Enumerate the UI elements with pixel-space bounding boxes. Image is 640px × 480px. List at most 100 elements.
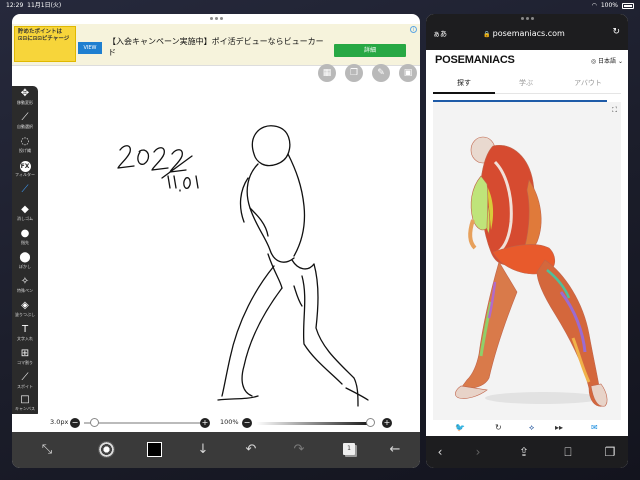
- figure-head: [251, 125, 291, 167]
- globe-icon: ◎: [590, 58, 597, 65]
- canvas-icon: □: [20, 394, 30, 405]
- brush-preview-icon[interactable]: [98, 441, 115, 458]
- size-increase-button[interactable]: +: [200, 418, 210, 428]
- transform-icon[interactable]: ⤡: [36, 440, 58, 460]
- reader-aa-button[interactable]: ぁあ: [433, 29, 447, 39]
- eraser-icon: ◆: [21, 204, 29, 215]
- handwriting-1101: [167, 175, 199, 192]
- window-drag-handle[interactable]: [517, 17, 537, 20]
- reload-icon[interactable]: ↻: [612, 27, 620, 37]
- safari-bottom-bar: ‹ › ⇪ ⎕ ❐: [426, 436, 628, 468]
- anatomy-model: [455, 136, 608, 407]
- battery-icon: [622, 3, 634, 9]
- refresh-pose-icon[interactable]: ↻: [495, 423, 502, 432]
- move-icon: ✥: [20, 88, 30, 99]
- ad-banner[interactable]: 貯めたポイントは ⊡⊡に⊡⊡ピチャージ VIEW 【入会キャンペーン実施中】ポイ…: [12, 24, 420, 66]
- tab-search[interactable]: 探す: [433, 74, 495, 94]
- handwriting-2022: [117, 145, 193, 179]
- layer-copy-icon[interactable]: ❐: [345, 64, 363, 82]
- redo-icon[interactable]: ↷: [288, 440, 310, 460]
- back-icon[interactable]: ‹: [430, 443, 450, 461]
- wifi-icon: ◠: [591, 2, 597, 9]
- blur-drop-icon: ⬤: [19, 252, 31, 263]
- twitter-icon[interactable]: 🐦: [455, 423, 465, 432]
- brush-size-slider[interactable]: [84, 422, 202, 424]
- ad-image[interactable]: 貯めたポイントは ⊡⊡に⊡⊡ピチャージ: [14, 26, 76, 62]
- top-tool-group: ▦ ❐ ✎ ▣: [318, 64, 417, 82]
- pen-icon: ⟋: [21, 184, 29, 195]
- opacity-knob[interactable]: [366, 418, 375, 427]
- figure-leg-back: [221, 265, 283, 397]
- opacity-decrease-button[interactable]: −: [242, 418, 252, 428]
- undo-icon[interactable]: ↶: [240, 440, 262, 460]
- figure-leg-front: [301, 263, 359, 407]
- color-swatch[interactable]: [147, 442, 162, 457]
- brush-size-knob[interactable]: [90, 418, 99, 427]
- pen-settings-icon[interactable]: ✎: [372, 64, 390, 82]
- tool-eyedropper[interactable]: ⟋ スポイト: [12, 372, 38, 396]
- special-pen-icon: ✧: [20, 276, 30, 287]
- panel-icon: ⊞: [20, 348, 30, 359]
- window-drag-handle[interactable]: [206, 17, 226, 20]
- ad-text[interactable]: 【入会キャンペーン実施中】ポイ活デビューならビューカード: [108, 36, 328, 58]
- finger-smudge-icon: ●: [20, 228, 30, 239]
- tool-eraser[interactable]: ◆ 消しゴム: [12, 204, 38, 228]
- magic-wand-icon: ⟋: [21, 112, 29, 123]
- url-bar[interactable]: 🔒 posemaniacs.com: [450, 26, 598, 42]
- text-icon: T: [21, 324, 29, 335]
- ad-detail-button[interactable]: 詳細: [334, 44, 406, 57]
- tool-auto-select[interactable]: ⟋ 自動選択: [12, 112, 38, 136]
- line-icon[interactable]: ✉: [591, 423, 598, 432]
- forward-icon[interactable]: ›: [468, 443, 488, 461]
- layers-button[interactable]: 1: [343, 443, 355, 455]
- share-row: 🐦 ↻ ⟡ ▸▸ ✉: [433, 420, 621, 436]
- tool-lasso[interactable]: ◌ 投げ縄: [12, 136, 38, 160]
- tool-text[interactable]: T 文字入れ: [12, 324, 38, 348]
- tool-finger[interactable]: ● 指先: [12, 228, 38, 252]
- share-icon[interactable]: ⟡: [529, 423, 534, 433]
- tool-blur[interactable]: ⬤ ぼかし: [12, 252, 38, 276]
- opacity-slider[interactable]: [256, 421, 374, 425]
- tab-learn[interactable]: 学ぶ: [495, 74, 557, 94]
- drawing-canvas[interactable]: [12, 66, 420, 424]
- status-time: 12:29 11月1日(火): [6, 2, 62, 9]
- status-bar: 12:29 11月1日(火) ◠ 100%: [0, 0, 640, 12]
- pose-viewer[interactable]: ⛶: [433, 102, 621, 420]
- download-icon[interactable]: ↓: [192, 440, 214, 460]
- opacity-label: 100%: [220, 418, 239, 426]
- lock-icon: 🔒: [483, 31, 491, 38]
- gallery-icon[interactable]: ▣: [399, 64, 417, 82]
- brush-slider-row: 3.0px − + 100% − +: [12, 414, 420, 432]
- status-right: ◠ 100%: [592, 0, 634, 12]
- site-logo[interactable]: POSEMANIACS: [435, 54, 515, 66]
- share-sheet-icon[interactable]: ⇪: [514, 443, 534, 461]
- eyedropper-icon: ⟋: [21, 372, 29, 383]
- drawing-app-window: 貯めたポイントは ⊡⊡に⊡⊡ピチャージ VIEW 【入会キャンペーン実施中】ポイ…: [12, 14, 420, 468]
- tool-move[interactable]: ✥ 移動変形: [12, 88, 38, 112]
- size-decrease-button[interactable]: −: [70, 418, 80, 428]
- opacity-increase-button[interactable]: +: [382, 418, 392, 428]
- tabs-icon[interactable]: ❐: [600, 443, 620, 461]
- tool-filter[interactable]: FX フィルター: [12, 160, 38, 184]
- site-header: POSEMANIACS ◎ 日本語 ⌄: [426, 50, 628, 72]
- back-arrow-icon[interactable]: ←: [384, 440, 406, 460]
- language-selector[interactable]: ◎ 日本語 ⌄: [591, 56, 623, 65]
- next-icon[interactable]: ▸▸: [555, 423, 563, 432]
- ad-logo: VIEW: [78, 42, 102, 54]
- tool-panel[interactable]: ⊞ コマ割り: [12, 348, 38, 372]
- grid-icon[interactable]: ▦: [318, 64, 336, 82]
- tab-about[interactable]: アバウト: [557, 74, 619, 94]
- figure-arm: [239, 177, 269, 237]
- sketch-layer: [117, 125, 369, 407]
- tool-fill[interactable]: ◈ 塗りつぶし: [12, 300, 38, 324]
- bookmarks-icon[interactable]: ⎕: [558, 443, 578, 461]
- tool-special-pen[interactable]: ✧ 特殊ペン: [12, 276, 38, 300]
- tool-palette: ✥ 移動変形 ⟋ 自動選択 ◌ 投げ縄 FX フィルター ⟋ ◆ 消しゴム ● 指先 ⬤ ぼか…: [12, 86, 38, 418]
- fill-bucket-icon: ◈: [21, 300, 29, 311]
- fx-icon: FX: [19, 161, 31, 172]
- site-tabs: 探す 学ぶ アバウト: [433, 74, 621, 94]
- fullscreen-icon[interactable]: ⛶: [612, 106, 617, 115]
- lasso-icon: ◌: [20, 136, 30, 147]
- safari-window: ぁあ 🔒 posemaniacs.com ↻ POSEMANIACS ◎ 日本語 …: [426, 14, 628, 468]
- ad-info-icon[interactable]: i: [410, 26, 417, 33]
